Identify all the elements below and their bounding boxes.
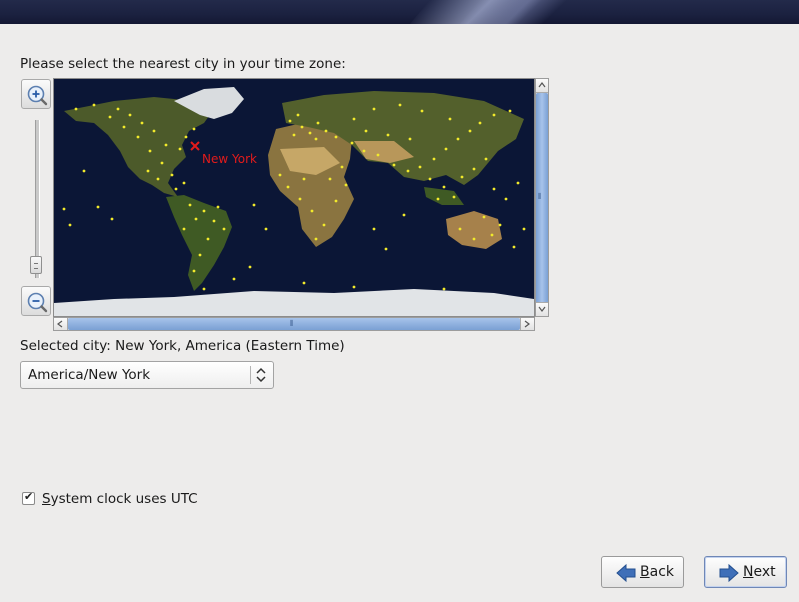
horizontal-scroll-thumb[interactable]: ⦀ xyxy=(68,318,520,330)
back-button-label: Back xyxy=(640,564,674,580)
scroll-left-button[interactable] xyxy=(54,318,68,330)
scroll-down-button[interactable] xyxy=(536,302,548,316)
zoom-in-button[interactable] xyxy=(21,79,51,109)
selected-city-label: Selected city: New York, America (Easter… xyxy=(20,338,345,354)
world-map-canvas[interactable]: New York xyxy=(54,79,534,316)
map-horizontal-scrollbar[interactable]: ⦀ xyxy=(53,317,535,331)
next-button[interactable]: Next xyxy=(704,556,787,588)
back-button[interactable]: Back xyxy=(601,556,684,588)
map-marker-label: New York xyxy=(202,152,257,166)
arrow-right-icon xyxy=(719,563,739,583)
next-button-label: Next xyxy=(743,564,776,580)
map-vertical-scrollbar[interactable]: ⦀ xyxy=(535,78,549,317)
world-map[interactable]: New York xyxy=(53,78,535,317)
arrow-left-icon xyxy=(616,563,636,583)
chevron-down-icon xyxy=(538,306,546,312)
scroll-up-button[interactable] xyxy=(536,79,548,93)
zoom-in-icon xyxy=(27,85,48,106)
vertical-scroll-thumb[interactable]: ⦀ xyxy=(536,93,548,303)
timezone-select[interactable]: America/New York xyxy=(20,361,274,389)
scroll-right-button[interactable] xyxy=(520,318,534,330)
combo-separator xyxy=(250,366,251,384)
utc-checkbox-label[interactable]: System clock uses UTC xyxy=(42,491,198,507)
chevron-up-icon xyxy=(538,82,546,88)
vertical-grip-icon: ⦀ xyxy=(538,192,542,201)
timezone-select-value: America/New York xyxy=(28,367,151,383)
checkmark-icon: ✔ xyxy=(24,490,34,503)
zoom-out-button[interactable] xyxy=(21,286,51,316)
zoom-slider-track[interactable] xyxy=(35,120,40,278)
zoom-slider-thumb[interactable] xyxy=(30,256,42,274)
utc-checkbox[interactable]: ✔ xyxy=(22,490,35,505)
zoom-out-icon xyxy=(27,292,48,313)
horizontal-grip-icon: ⦀ xyxy=(290,319,294,328)
up-down-arrows-icon xyxy=(256,367,266,383)
top-banner xyxy=(0,0,799,24)
banner-highlight-secondary xyxy=(459,0,601,24)
timezone-prompt: Please select the nearest city in your t… xyxy=(20,56,346,72)
chevron-right-icon xyxy=(524,320,530,328)
chevron-left-icon xyxy=(57,320,63,328)
